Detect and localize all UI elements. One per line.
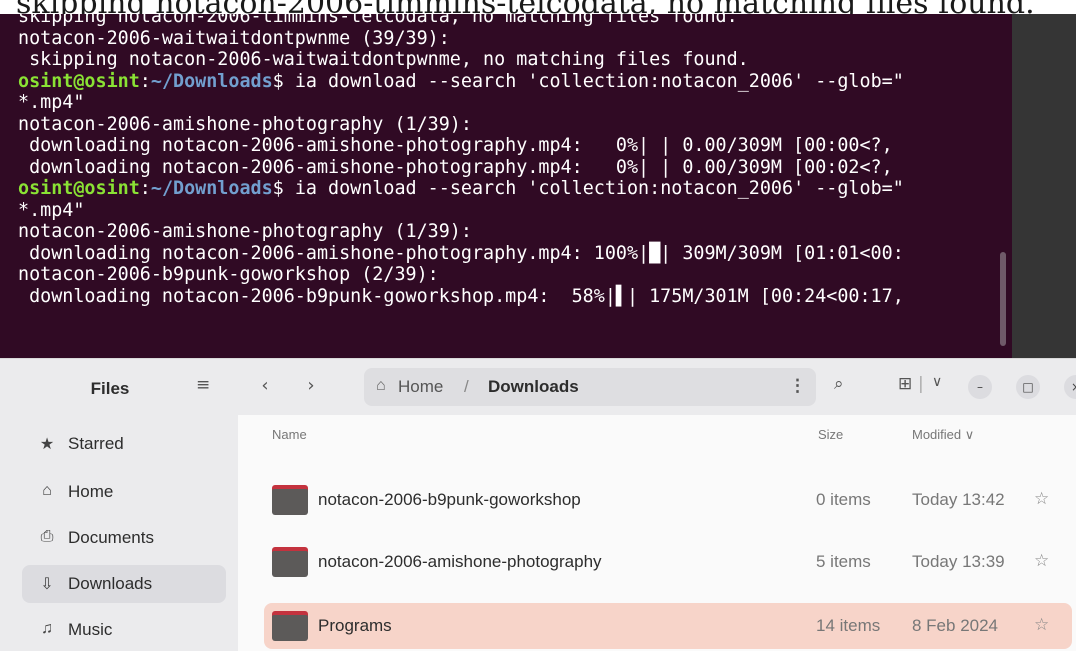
terminal-line: notacon-2006-waitwaitdontpwnme (39/39): (18, 27, 450, 49)
sidebar-item-label: Downloads (68, 574, 153, 593)
download-icon: ⇩ (40, 576, 54, 593)
header-bar: ‹ › ⌂ Home / Downloads ⋮ ⌕ ⊞ | ∨ – □ × (238, 359, 1076, 415)
terminal-line: downloading notacon-2006-b9punk-goworksh… (18, 285, 904, 307)
prompt-path: ~/Downloads (150, 70, 273, 92)
close-button[interactable]: × (1064, 375, 1076, 399)
star-icon[interactable]: ☆ (1034, 489, 1049, 509)
music-icon: ♫ (41, 620, 53, 637)
star-icon: ★ (39, 436, 55, 453)
view-divider: | (918, 374, 924, 394)
home-icon: ⌂ (42, 482, 52, 499)
path-bar[interactable]: ⌂ Home / Downloads ⋮ (364, 368, 816, 406)
chevron-down-icon[interactable]: ∨ (932, 374, 942, 390)
files-window: Files ≡ ★ Starred ⌂ Home ⎙ Documents ⇩ D… (0, 358, 1076, 651)
file-modified: Today 13:42 (912, 490, 1005, 509)
file-name: notacon-2006-amishone-photography (318, 552, 602, 571)
sidebar-item-label: Starred (68, 434, 124, 453)
terminal-line: downloading notacon-2006-amishone-photog… (18, 156, 893, 178)
breadcrumb-current[interactable]: Downloads (488, 377, 579, 397)
terminal-line: skipping notacon-2006-waitwaitdontpwnme,… (18, 49, 749, 70)
grid-view-icon[interactable]: ⊞ (898, 374, 912, 394)
sidebar: Files ≡ ★ Starred ⌂ Home ⎙ Documents ⇩ D… (0, 359, 238, 651)
terminal-command-cont: *.mp4" (18, 92, 85, 113)
folder-icon (272, 611, 308, 641)
file-row[interactable]: notacon-2006-amishone-photography 5 item… (264, 539, 1072, 585)
app-title: Files (90, 379, 130, 398)
folder-icon (272, 547, 308, 577)
sidebar-item-downloads[interactable]: ⇩ Downloads (22, 565, 226, 603)
column-header-modified[interactable]: Modified ∨ (912, 427, 974, 443)
prompt-symbol: $ (272, 70, 284, 92)
terminal-window[interactable]: skipping notacon-2006-timmins-telcodata,… (0, 14, 1012, 358)
desktop-gap (1012, 14, 1076, 358)
prompt-user: osint@osint (18, 178, 140, 199)
prompt-symbol: $ (272, 178, 284, 199)
search-icon[interactable]: ⌕ (834, 374, 844, 394)
sidebar-item-music[interactable]: ♫ Music (22, 611, 226, 649)
file-modified: 8 Feb 2024 (912, 616, 999, 635)
terminal-output: skipping notacon-2006-timmins-telcodata,… (18, 14, 904, 307)
prompt-path: ~/Downloads (150, 178, 273, 199)
menu-icon[interactable]: ≡ (196, 375, 216, 397)
file-name: notacon-2006-b9punk-goworkshop (318, 490, 581, 509)
forward-button[interactable]: › (300, 375, 322, 399)
file-row[interactable]: notacon-2006-b9punk-goworkshop 0 items T… (264, 477, 1072, 523)
terminal-scrollbar[interactable] (1000, 252, 1006, 346)
sidebar-item-label: Music (68, 620, 113, 639)
breadcrumb-home[interactable]: Home (398, 377, 443, 397)
back-button[interactable]: ‹ (254, 375, 276, 399)
column-header-name[interactable]: Name (272, 427, 307, 442)
file-size: 14 items (816, 616, 881, 635)
more-options-icon[interactable]: ⋮ (789, 376, 806, 396)
terminal-line: skipping notacon-2006-timmins-telcodata,… (18, 14, 738, 27)
star-icon[interactable]: ☆ (1034, 615, 1049, 635)
maximize-button[interactable]: □ (1016, 375, 1040, 399)
background-text-strip: skipping notacon-2006-timmins-telcodata,… (0, 0, 1076, 14)
minimize-button[interactable]: – (968, 375, 992, 399)
sidebar-item-documents[interactable]: ⎙ Documents (22, 519, 226, 557)
sidebar-item-home[interactable]: ⌂ Home (22, 473, 226, 511)
terminal-line: downloading notacon-2006-amishone-photog… (18, 242, 904, 264)
sidebar-item-starred[interactable]: ★ Starred (22, 425, 226, 463)
document-icon: ⎙ (40, 528, 54, 545)
background-text: skipping notacon-2006-timmins-telcodata,… (16, 0, 1035, 14)
file-name: Programs (318, 616, 392, 635)
terminal-command: ia download --search 'collection:notacon… (283, 70, 904, 92)
file-size: 0 items (816, 490, 871, 509)
terminal-line: notacon-2006-amishone-photography (1/39)… (18, 113, 472, 135)
folder-icon (272, 485, 308, 515)
home-icon: ⌂ (376, 377, 386, 394)
file-modified: Today 13:39 (912, 552, 1005, 571)
terminal-command: ia download --search 'collection:notacon… (283, 178, 904, 199)
terminal-command-cont: *.mp4" (18, 199, 85, 221)
sidebar-item-label: Home (68, 482, 114, 501)
terminal-line: downloading notacon-2006-amishone-photog… (18, 135, 893, 156)
column-header-size[interactable]: Size (818, 427, 843, 442)
prompt-user: osint@osint (18, 70, 140, 92)
sidebar-item-label: Documents (68, 528, 154, 547)
file-size: 5 items (816, 552, 871, 571)
main-pane: ‹ › ⌂ Home / Downloads ⋮ ⌕ ⊞ | ∨ – □ × N… (238, 359, 1076, 651)
terminal-line: notacon-2006-amishone-photography (1/39)… (18, 221, 472, 242)
star-icon[interactable]: ☆ (1034, 551, 1049, 571)
terminal-line: notacon-2006-b9punk-goworkshop (2/39): (18, 264, 439, 285)
breadcrumb-separator: / (464, 377, 469, 396)
file-row-selected[interactable]: Programs 14 items 8 Feb 2024 ☆ (264, 603, 1072, 649)
